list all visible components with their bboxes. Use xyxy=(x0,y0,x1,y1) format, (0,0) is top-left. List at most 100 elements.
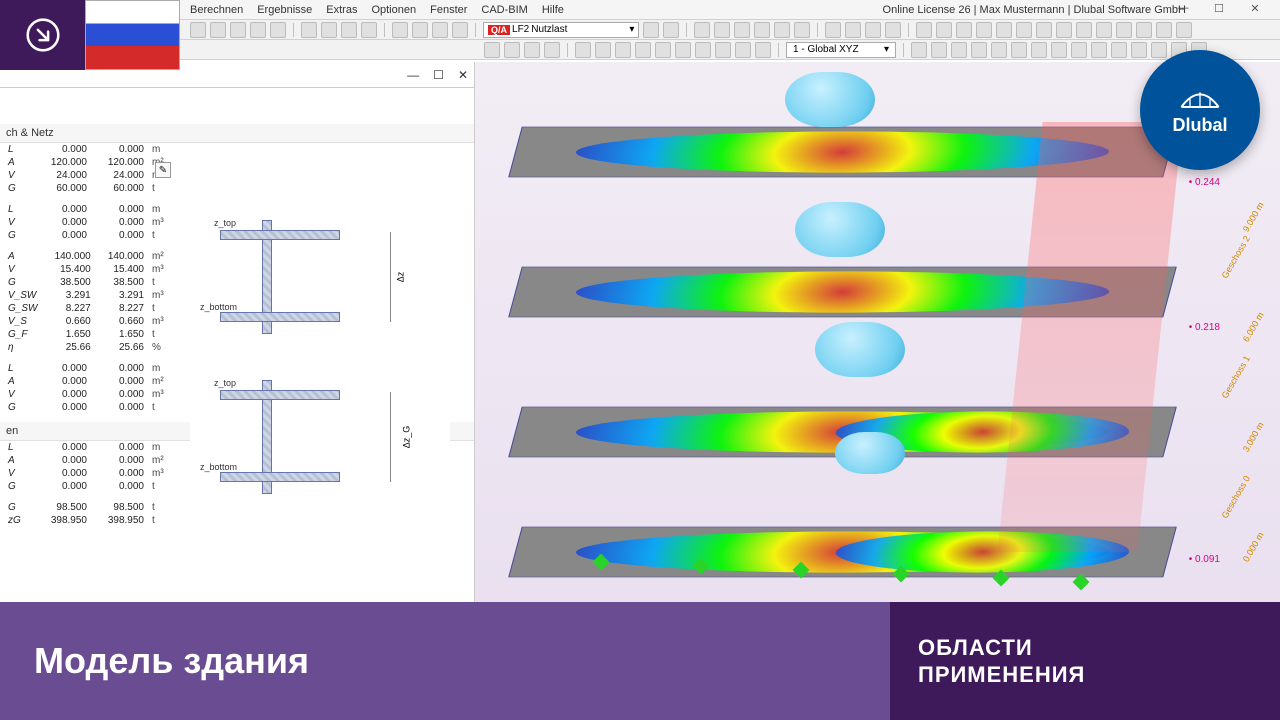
tb-icon[interactable] xyxy=(1176,22,1192,38)
tb-icon[interactable] xyxy=(916,22,932,38)
tb-icon[interactable] xyxy=(951,42,967,58)
tb-icon[interactable] xyxy=(524,42,540,58)
tb-icon[interactable] xyxy=(1111,42,1127,58)
qa-badge: Q/A xyxy=(488,25,510,35)
tb-icon[interactable] xyxy=(412,22,428,38)
minimize-icon[interactable]: — xyxy=(1176,2,1190,15)
tb-icon[interactable] xyxy=(484,42,500,58)
tb-icon[interactable] xyxy=(1031,42,1047,58)
tb-icon[interactable] xyxy=(643,22,659,38)
tb-icon[interactable] xyxy=(361,22,377,38)
tb-icon[interactable] xyxy=(321,22,337,38)
tb-icon[interactable] xyxy=(825,22,841,38)
tb-icon[interactable] xyxy=(595,42,611,58)
level-label: 0.000 m xyxy=(1241,530,1266,563)
tb-icon[interactable] xyxy=(210,22,226,38)
tb-icon[interactable] xyxy=(270,22,286,38)
table-row: V_S0.6600.660m³ xyxy=(4,315,174,328)
storey-label: Geschoss 1 xyxy=(1220,354,1252,400)
tb-icon[interactable] xyxy=(971,42,987,58)
maximize-icon[interactable]: ☐ xyxy=(433,68,444,82)
edit-icon[interactable]: ✎ xyxy=(155,162,171,178)
tb-icon[interactable] xyxy=(452,22,468,38)
tb-icon[interactable] xyxy=(432,22,448,38)
tb-icon[interactable] xyxy=(1131,42,1147,58)
tb-icon[interactable] xyxy=(392,22,408,38)
tb-icon[interactable] xyxy=(1051,42,1067,58)
tb-icon[interactable] xyxy=(694,22,710,38)
menu-ergebnisse[interactable]: Ergebnisse xyxy=(257,4,312,16)
tb-icon[interactable] xyxy=(1076,22,1092,38)
menu-hilfe[interactable]: Hilfe xyxy=(542,4,564,16)
tb-icon[interactable] xyxy=(1116,22,1132,38)
tb-icon[interactable] xyxy=(774,22,790,38)
minimize-icon[interactable]: — xyxy=(407,68,419,82)
menu-extras[interactable]: Extras xyxy=(326,4,357,16)
tb-icon[interactable] xyxy=(715,42,731,58)
table-row: G0.0000.000t xyxy=(4,480,174,493)
menu-cad-bim[interactable]: CAD-BIM xyxy=(481,4,527,16)
tb-icon[interactable] xyxy=(1016,22,1032,38)
tb-icon[interactable] xyxy=(544,42,560,58)
table-row: zG398.950398.950t xyxy=(4,514,174,527)
tb-icon[interactable] xyxy=(931,42,947,58)
tb-icon[interactable] xyxy=(615,42,631,58)
tb-icon[interactable] xyxy=(1056,22,1072,38)
toolbar-row-2: 1 - Global XYZ ▾ xyxy=(0,40,1280,60)
tb-icon[interactable] xyxy=(911,42,927,58)
corner-arrow xyxy=(0,0,85,70)
menu-fenster[interactable]: Fenster xyxy=(430,4,467,16)
tb-icon[interactable] xyxy=(956,22,972,38)
tb-icon[interactable] xyxy=(1151,42,1167,58)
maximize-icon[interactable]: ☐ xyxy=(1212,2,1226,15)
tb-icon[interactable] xyxy=(1096,22,1112,38)
table-row: G38.50038.500t xyxy=(4,276,174,289)
chevron-down-icon: ▾ xyxy=(629,24,634,35)
tb-icon[interactable] xyxy=(996,22,1012,38)
window-buttons: — ☐ ✕ xyxy=(1176,2,1276,15)
tb-icon[interactable] xyxy=(991,42,1007,58)
tb-icon[interactable] xyxy=(735,42,751,58)
table-row: V15.40015.400m³ xyxy=(4,263,174,276)
tb-icon[interactable] xyxy=(976,22,992,38)
tb-icon[interactable] xyxy=(1036,22,1052,38)
toolbar-row-1: Q/A LF2 Nutzlast ▾ xyxy=(0,20,1280,40)
tb-icon[interactable] xyxy=(755,42,771,58)
tb-icon[interactable] xyxy=(865,22,881,38)
tb-icon[interactable] xyxy=(695,42,711,58)
close-icon[interactable]: ✕ xyxy=(1248,2,1262,15)
value-table: L0.0000.000mA0.0000.000m²V0.0000.000m³G0… xyxy=(4,362,174,414)
value-table: G98.50098.500tzG398.950398.950t xyxy=(4,501,174,527)
menu-optionen[interactable]: Optionen xyxy=(371,4,416,16)
tb-icon[interactable] xyxy=(675,42,691,58)
tb-icon[interactable] xyxy=(734,22,750,38)
tb-icon[interactable] xyxy=(936,22,952,38)
tb-icon[interactable] xyxy=(845,22,861,38)
tb-icon[interactable] xyxy=(754,22,770,38)
tb-icon[interactable] xyxy=(655,42,671,58)
tb-icon[interactable] xyxy=(1091,42,1107,58)
tb-icon[interactable] xyxy=(714,22,730,38)
tb-icon[interactable] xyxy=(1136,22,1152,38)
tb-icon[interactable] xyxy=(885,22,901,38)
dim-label: • 0.218 xyxy=(1189,322,1220,333)
tb-icon[interactable] xyxy=(230,22,246,38)
tb-icon[interactable] xyxy=(794,22,810,38)
tb-icon[interactable] xyxy=(190,22,206,38)
tb-icon[interactable] xyxy=(635,42,651,58)
loadcase-selector[interactable]: Q/A LF2 Nutzlast ▾ xyxy=(483,22,639,38)
close-icon[interactable]: ✕ xyxy=(458,68,468,82)
tb-icon[interactable] xyxy=(301,22,317,38)
table-row: A120.000120.000m² xyxy=(4,156,174,169)
tb-icon[interactable] xyxy=(1156,22,1172,38)
tb-icon[interactable] xyxy=(663,22,679,38)
tb-icon[interactable] xyxy=(250,22,266,38)
tb-icon[interactable] xyxy=(1071,42,1087,58)
tb-icon[interactable] xyxy=(575,42,591,58)
tb-icon[interactable] xyxy=(341,22,357,38)
tb-icon[interactable] xyxy=(504,42,520,58)
menu-berechnen[interactable]: Berechnen xyxy=(190,4,243,16)
tb-icon[interactable] xyxy=(1011,42,1027,58)
cs-selector[interactable]: 1 - Global XYZ ▾ xyxy=(786,42,896,58)
value-table: L0.0000.000mA0.0000.000m²V0.0000.000m³G0… xyxy=(4,441,174,493)
